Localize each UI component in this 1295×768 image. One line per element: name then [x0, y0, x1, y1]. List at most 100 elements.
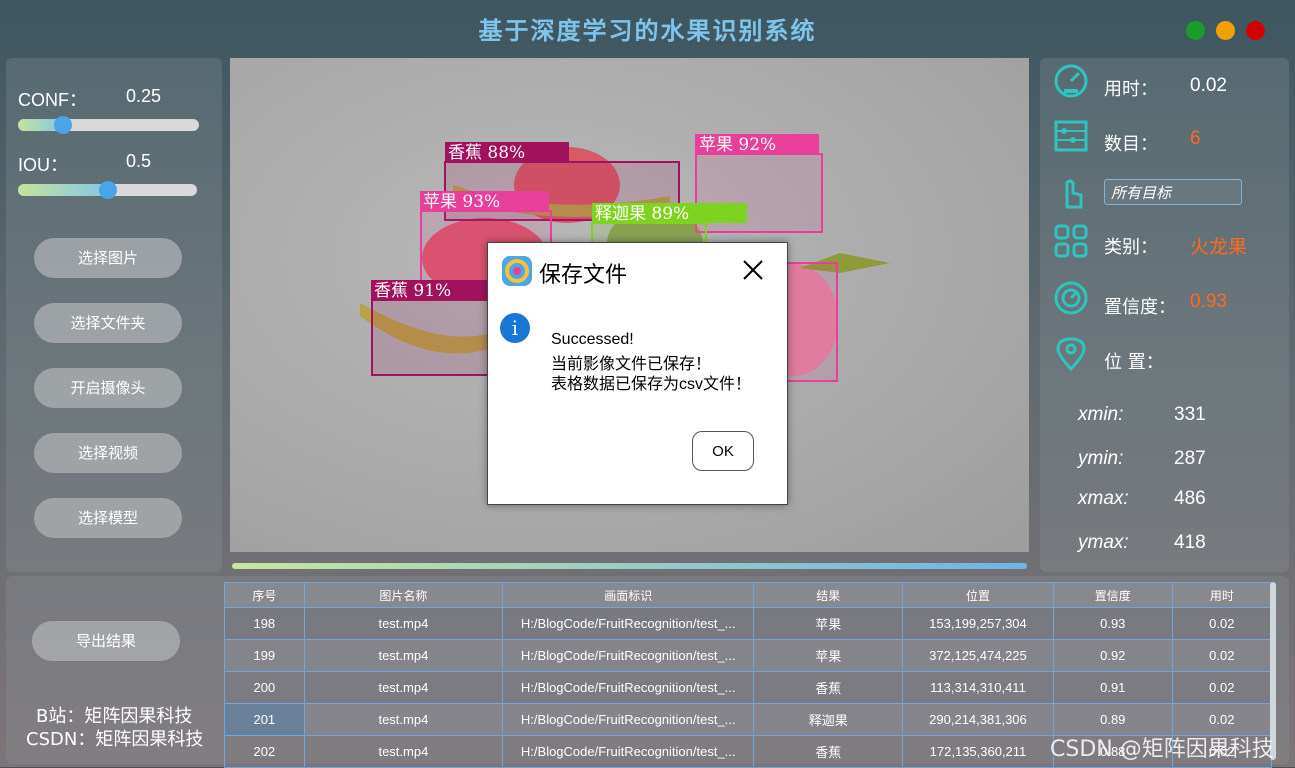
table-row[interactable]: 199 test.mp4 H:/BlogCode/FruitRecognitio… [224, 639, 1273, 672]
location-pin-icon [1056, 337, 1086, 372]
cell-result: 香蕉 [753, 735, 904, 768]
col-header[interactable]: 序号 [224, 582, 305, 608]
cell-index: 199 [224, 639, 305, 672]
cell-path: H:/BlogCode/FruitRecognition/test_... [502, 639, 755, 672]
cell-index: 200 [224, 671, 305, 704]
col-header[interactable]: 用时 [1171, 582, 1273, 608]
select-model-button[interactable]: 选择模型 [34, 498, 182, 538]
conf-value: 0.25 [126, 86, 162, 106]
open-camera-button[interactable]: 开启摄像头 [34, 368, 182, 408]
detection-box [371, 299, 494, 376]
cell-result: 释迦果 [753, 703, 904, 736]
iou-slider-fill [18, 184, 108, 196]
app-title: 基于深度学习的水果识别系统 [478, 16, 817, 45]
target-select[interactable]: 所有目标 [1104, 179, 1242, 205]
cell-result: 香蕉 [753, 671, 904, 704]
csdn-watermark: CSDN @矩阵因果科技 [1050, 737, 1274, 762]
table-row[interactable]: 198 test.mp4 H:/BlogCode/FruitRecognitio… [224, 607, 1273, 640]
xmin-label: xmin: [1078, 404, 1124, 425]
detection-box [785, 262, 838, 382]
col-header[interactable]: 图片名称 [303, 582, 504, 608]
detection-label: 苹果 92% [699, 135, 776, 155]
cell-result: 苹果 [753, 607, 904, 640]
select-video-button[interactable]: 选择视频 [34, 433, 182, 473]
cell-name: test.mp4 [303, 671, 504, 704]
ok-button[interactable]: OK [692, 431, 754, 471]
iou-value: 0.5 [126, 151, 152, 171]
minimize-button[interactable] [1186, 21, 1205, 40]
col-header[interactable]: 画面标识 [502, 582, 755, 608]
ymin-value: 287 [1174, 448, 1206, 469]
cell-path: H:/BlogCode/FruitRecognition/test_... [502, 735, 755, 768]
dialog-title: 保存文件 [539, 263, 628, 288]
count-label: 数目： [1104, 134, 1158, 155]
iou-label: IOU： [18, 155, 69, 175]
conf-label: CONF： [18, 90, 87, 110]
detection-label: 苹果 93% [423, 192, 500, 212]
time-value: 0.02 [1190, 75, 1227, 96]
cell-path: H:/BlogCode/FruitRecognition/test_... [502, 607, 755, 640]
cell-name: test.mp4 [303, 735, 504, 768]
conf-result-label: 置信度： [1104, 297, 1176, 318]
conf-slider[interactable] [18, 116, 199, 134]
cell-name: test.mp4 [303, 607, 504, 640]
maximize-button[interactable] [1216, 21, 1235, 40]
info-icon: i [500, 313, 530, 343]
xmax-value: 486 [1174, 488, 1206, 509]
cell-position: 172,135,360,211 [902, 735, 1054, 768]
cell-index: 201 [224, 703, 305, 736]
cell-position: 113,314,310,411 [902, 671, 1054, 704]
gauge-icon [1054, 281, 1088, 315]
cell-time: 0.02 [1171, 671, 1273, 704]
ymax-value: 418 [1174, 532, 1206, 553]
abacus-icon [1054, 120, 1088, 152]
table-header-row: 序号 图片名称 画面标识 结果 位置 置信度 用时 [224, 582, 1273, 608]
table-row[interactable]: 200 test.mp4 H:/BlogCode/FruitRecognitio… [224, 671, 1273, 704]
time-label: 用时： [1104, 79, 1158, 100]
cell-confidence: 0.92 [1052, 639, 1173, 672]
close-button[interactable] [1246, 21, 1265, 40]
cell-path: H:/BlogCode/FruitRecognition/test_... [502, 671, 755, 704]
cell-confidence: 0.93 [1052, 607, 1173, 640]
detection-label: 香蕉 91% [374, 281, 451, 301]
cell-position: 372,125,474,225 [902, 639, 1054, 672]
save-file-dialog: 保存文件 i Successed! 当前影像文件已保存！ 表格数据已保存为csv… [487, 242, 788, 505]
iou-slider-thumb[interactable] [98, 181, 117, 199]
cell-path: H:/BlogCode/FruitRecognition/test_... [502, 703, 755, 736]
progress-fill [232, 563, 1027, 569]
col-header[interactable]: 结果 [753, 582, 904, 608]
xmin-value: 331 [1174, 404, 1206, 425]
detection-label: 释迦果 89% [595, 204, 689, 224]
xmax-label: xmax: [1078, 488, 1129, 509]
progress-bar [232, 563, 1027, 569]
conf-result-value: 0.93 [1190, 291, 1227, 312]
detection-label: 香蕉 88% [448, 143, 525, 163]
app-logo-icon [502, 256, 532, 286]
close-icon[interactable] [740, 257, 766, 283]
col-header[interactable]: 位置 [902, 582, 1054, 608]
position-label: 位 置： [1104, 352, 1164, 373]
cell-position: 153,199,257,304 [902, 607, 1054, 640]
cell-confidence: 0.91 [1052, 671, 1173, 704]
ymin-label: ymin: [1078, 448, 1124, 469]
dialog-message-csv: 表格数据已保存为csv文件！ [551, 376, 752, 393]
count-value: 6 [1190, 128, 1201, 149]
class-label: 类别： [1104, 237, 1158, 258]
category-grid-icon [1054, 224, 1088, 258]
cell-time: 0.02 [1171, 607, 1273, 640]
csdn-credit: CSDN：矩阵因果科技 [26, 729, 204, 750]
select-image-button[interactable]: 选择图片 [34, 238, 182, 278]
pointer-hand-icon [1065, 179, 1083, 209]
cell-time: 0.02 [1171, 639, 1273, 672]
iou-slider[interactable] [18, 181, 197, 199]
dialog-message-status: Successed! [551, 331, 634, 348]
cell-name: test.mp4 [303, 703, 504, 736]
export-button[interactable]: 导出结果 [32, 621, 180, 661]
cell-index: 198 [224, 607, 305, 640]
class-value: 火龙果 [1190, 236, 1248, 258]
ymax-label: ymax: [1078, 532, 1129, 553]
cell-position: 290,214,381,306 [902, 703, 1054, 736]
select-folder-button[interactable]: 选择文件夹 [34, 303, 182, 343]
speedometer-icon [1054, 64, 1088, 98]
col-header[interactable]: 置信度 [1052, 582, 1173, 608]
